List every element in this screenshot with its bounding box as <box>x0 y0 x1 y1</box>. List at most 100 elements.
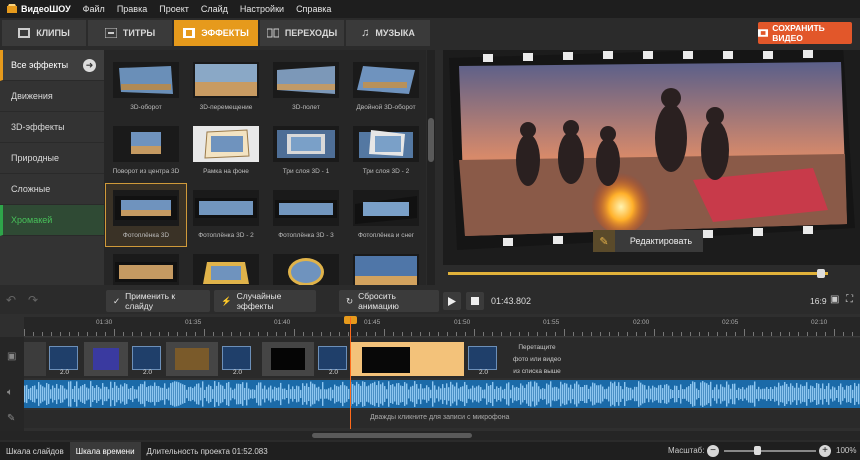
category-3d[interactable]: 3D-эффекты <box>0 112 104 143</box>
effect-item[interactable]: Двойной 3D-оборот <box>346 56 426 118</box>
apply-to-slide-button[interactable]: ✓ Применить к слайду <box>106 290 210 312</box>
effect-item[interactable]: Три слоя 3D - 1 <box>266 120 346 182</box>
ruler-tick <box>663 332 664 336</box>
app-name: ВидеоШОУ <box>21 4 71 14</box>
effect-item[interactable]: Рамка на фоне <box>186 120 266 182</box>
slide-clip[interactable] <box>166 342 218 376</box>
redo-icon[interactable]: ↷ <box>28 293 38 307</box>
fullscreen-icon[interactable]: ⛶ <box>846 294 853 305</box>
menu-settings[interactable]: Настройки <box>234 4 290 14</box>
transition-item[interactable] <box>132 346 161 370</box>
effect-item[interactable]: 3D-перемещение <box>186 56 266 118</box>
effects-scrollbar[interactable] <box>427 50 435 285</box>
zoom-slider-handle[interactable] <box>754 446 761 455</box>
effect-item[interactable] <box>106 248 186 285</box>
waveform-bar <box>292 386 294 402</box>
progress-handle[interactable] <box>817 269 825 278</box>
menu-file[interactable]: Файл <box>77 4 111 14</box>
category-chromakey[interactable]: Хромакей <box>0 205 104 236</box>
ruler-tick <box>132 332 133 336</box>
audio-track[interactable] <box>24 380 860 408</box>
waveform-bar <box>380 384 382 404</box>
microphone-track[interactable]: Дважды кликните для записи с микрофона <box>24 410 860 428</box>
effect-item[interactable]: Поворот из центра 3D <box>106 120 186 182</box>
waveform-bar <box>396 383 398 405</box>
ruler-tick <box>681 332 682 336</box>
slide-clip-selected[interactable] <box>350 342 464 376</box>
waveform-bar <box>598 385 600 403</box>
waveform-bar <box>80 386 82 402</box>
waveform-bar <box>586 384 588 404</box>
random-effects-button[interactable]: ⚡ Случайные эффекты <box>214 290 316 312</box>
category-all[interactable]: Все эффекты ➜ <box>0 50 104 81</box>
menu-edit[interactable]: Правка <box>111 4 153 14</box>
scrollbar-thumb[interactable] <box>428 118 434 162</box>
ruler-tick <box>816 332 817 336</box>
effect-item[interactable]: Фотоплёнка 3D - 2 <box>186 184 266 246</box>
edit-slide-button[interactable]: Редактировать <box>619 230 703 252</box>
transition-item[interactable] <box>49 346 78 370</box>
effect-item[interactable] <box>186 248 266 285</box>
ruler-tick <box>294 329 295 336</box>
menu-slide[interactable]: Слайд <box>195 4 234 14</box>
effect-item[interactable]: 3D-полет <box>266 56 346 118</box>
play-button[interactable] <box>443 292 461 310</box>
waveform-bar <box>178 382 180 406</box>
menu-help[interactable]: Справка <box>290 4 337 14</box>
effect-item[interactable] <box>266 248 346 285</box>
effect-item[interactable] <box>346 248 426 285</box>
effect-item[interactable]: 3D-оборот <box>106 56 186 118</box>
category-nature[interactable]: Природные <box>0 143 104 174</box>
waveform-bar <box>190 386 192 402</box>
ruler-tick <box>204 329 205 336</box>
slide-clip[interactable] <box>84 342 128 376</box>
zoom-in-button[interactable]: + <box>819 445 831 457</box>
tab-transitions[interactable]: ПЕРЕХОДЫ <box>260 20 344 46</box>
category-complex[interactable]: Сложные <box>0 174 104 205</box>
transition-item[interactable] <box>222 346 251 370</box>
waveform-bar <box>682 389 684 399</box>
slide-clip[interactable] <box>262 342 314 376</box>
preview-progress-bar[interactable] <box>448 272 828 275</box>
tab-timeline-view[interactable]: Шкала времени <box>69 442 141 460</box>
scrollbar-thumb[interactable] <box>312 433 472 438</box>
save-video-button[interactable]: СОХРАНИТЬ ВИДЕО <box>758 22 852 44</box>
ruler-tick <box>618 332 619 336</box>
slide-clip[interactable] <box>24 342 46 376</box>
category-motion[interactable]: Движения <box>0 81 104 112</box>
reset-animation-button[interactable]: ↻ Сбросить анимацию <box>339 290 439 312</box>
zoom-out-button[interactable]: − <box>707 445 719 457</box>
effect-item-selected[interactable]: Фотоплёнка 3D <box>105 183 187 247</box>
waveform-bar <box>136 389 138 399</box>
waveform-bar <box>468 389 470 399</box>
transition-item[interactable] <box>318 346 347 370</box>
stop-button[interactable] <box>466 292 484 310</box>
effect-item[interactable]: Три слоя 3D - 2 <box>346 120 426 182</box>
tab-titles[interactable]: ТИТРЫ <box>88 20 172 46</box>
tab-clips[interactable]: КЛИПЫ <box>2 20 86 46</box>
effect-item[interactable]: Фотоплёнка 3D - 3 <box>266 184 346 246</box>
microphone-icon[interactable]: ✎ <box>7 413 15 424</box>
time-ruler[interactable]: 01:30 01:35 01:40 01:45 01:50 01:55 02:0… <box>24 317 860 337</box>
tab-slide-view[interactable]: Шкала слайдов <box>0 442 70 460</box>
effect-item[interactable]: Фотоплёнка и снег <box>346 184 426 246</box>
aspect-ratio[interactable]: 16:9 <box>810 296 827 306</box>
waveform-bar <box>398 382 400 406</box>
zoom-slider[interactable] <box>724 450 816 452</box>
tab-music[interactable]: ♫ МУЗЫКА <box>346 20 430 46</box>
undo-icon[interactable]: ↶ <box>6 293 16 307</box>
menu-project[interactable]: Проект <box>153 4 195 14</box>
waveform-bar <box>720 384 722 404</box>
timeline-scrollbar[interactable] <box>0 431 860 440</box>
waveform-bar <box>852 389 854 399</box>
snapshot-icon[interactable]: ▣ <box>830 294 839 305</box>
waveform-bar <box>264 385 266 403</box>
tab-effects[interactable]: ЭФФЕКТЫ <box>174 20 258 46</box>
transition-item[interactable] <box>468 346 497 370</box>
effect-thumbnail <box>193 126 259 162</box>
ruler-tick <box>105 332 106 336</box>
effects-categories: Все эффекты ➜ Движения 3D-эффекты Природн… <box>0 50 104 285</box>
waveform-bar <box>196 383 198 405</box>
speaker-icon[interactable]: 🔈︎ <box>7 387 13 398</box>
waveform-bar <box>554 386 556 402</box>
